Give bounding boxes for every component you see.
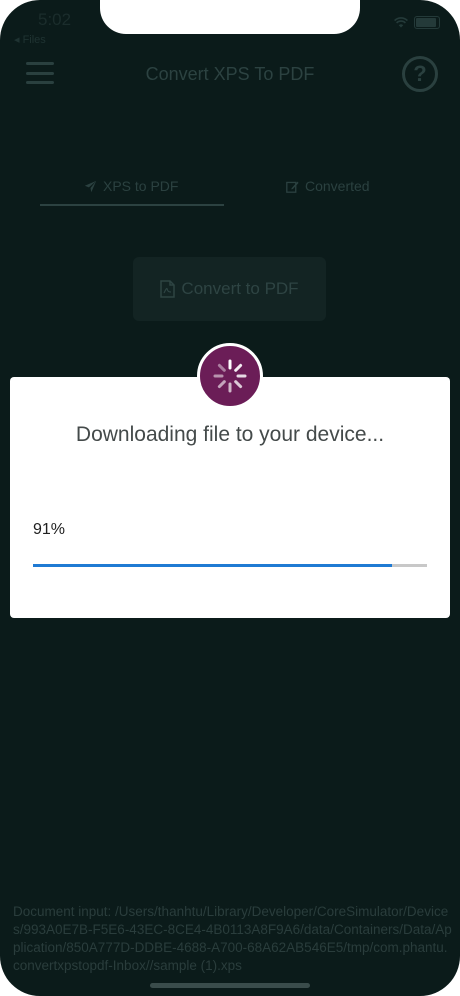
status-icons xyxy=(394,16,440,29)
tab-label: Converted xyxy=(305,178,370,194)
progress-bar-fill xyxy=(33,564,392,567)
convert-button-label: Convert to PDF xyxy=(181,279,299,298)
convert-to-pdf-button[interactable]: Convert to PDF xyxy=(133,257,326,321)
paper-plane-icon xyxy=(84,180,97,192)
progress-bar xyxy=(33,564,427,567)
tab-converted[interactable]: Converted xyxy=(286,178,370,194)
back-to-files-link[interactable]: ◂ Files xyxy=(14,33,46,46)
page-title: Convert XPS To PDF xyxy=(145,64,315,84)
edit-icon xyxy=(286,181,299,193)
document-input-path: Document input: /Users/thanhtu/Library/D… xyxy=(13,904,452,973)
download-progress-dialog xyxy=(10,377,450,618)
active-tab-indicator xyxy=(40,204,224,206)
tab-label: XPS to PDF xyxy=(103,178,179,194)
app-screen: 5:02 ◂ Files Convert XPS To PDF ? XPS to… xyxy=(0,0,460,996)
device-notch xyxy=(100,0,360,34)
status-time: 5:02 xyxy=(38,10,72,29)
home-indicator[interactable] xyxy=(150,983,310,988)
help-icon[interactable]: ? xyxy=(402,56,438,92)
loading-spinner xyxy=(197,343,263,409)
dialog-message: Downloading file to your device... xyxy=(75,423,385,446)
battery-icon xyxy=(414,16,440,29)
spinner-icon xyxy=(213,359,247,393)
progress-percentage: 91% xyxy=(33,521,66,538)
wifi-icon xyxy=(394,17,408,28)
tab-xps-to-pdf[interactable]: XPS to PDF xyxy=(84,178,178,194)
file-pdf-icon xyxy=(160,280,176,298)
